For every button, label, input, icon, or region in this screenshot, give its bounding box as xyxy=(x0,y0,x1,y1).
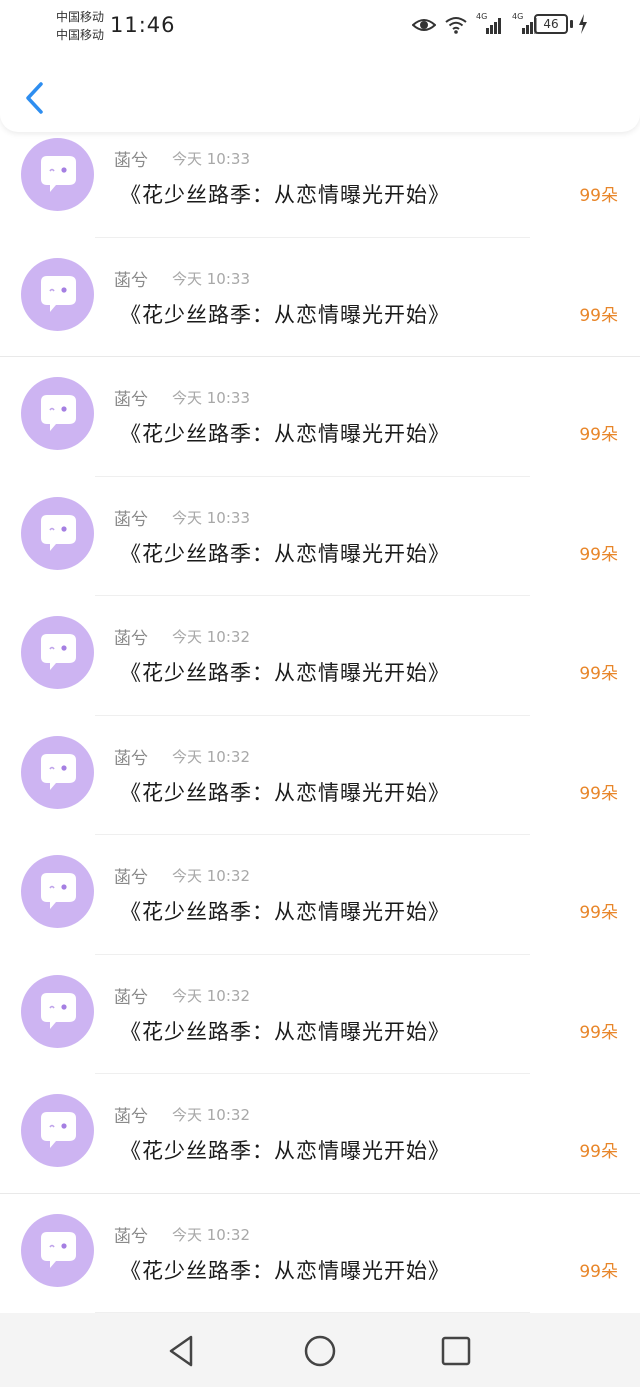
message-title: 《花少丝路季：从恋情曝光开始》 xyxy=(120,541,450,566)
gift-amount: 99朵 xyxy=(579,1142,618,1162)
gift-amount: 99朵 xyxy=(579,903,618,923)
chat-bubble-icon xyxy=(41,395,76,431)
charging-icon xyxy=(579,14,587,34)
avatar xyxy=(21,616,94,689)
message-time: 今天 10:33 xyxy=(172,150,250,168)
chat-bubble-icon xyxy=(41,992,76,1029)
status-bar: 中国移动 中国移动 11:46 4G 4G 46 xyxy=(0,0,640,50)
sender-name: 菡兮 xyxy=(114,868,148,888)
system-nav-bar xyxy=(0,1313,640,1387)
status-time: 11:46 xyxy=(110,13,176,37)
list-item[interactable]: 菡兮 今天 10:32 《花少丝路季：从恋情曝光开始》 99朵 xyxy=(0,1194,640,1313)
sender-name: 菡兮 xyxy=(114,151,148,171)
status-icons: 4G 4G xyxy=(412,12,540,36)
gift-amount: 99朵 xyxy=(579,783,618,804)
avatar xyxy=(21,855,94,928)
sender-name: 菡兮 xyxy=(114,390,148,410)
avatar xyxy=(21,138,94,211)
nav-recents-icon[interactable] xyxy=(436,1331,476,1371)
chat-bubble-icon xyxy=(41,1112,76,1148)
message-title: 《花少丝路季：从恋情曝光开始》 xyxy=(120,183,450,207)
message-time: 今天 10:32 xyxy=(172,867,250,885)
list-item[interactable]: 菡兮 今天 10:33 《花少丝路季：从恋情曝光开始》 99朵 xyxy=(0,477,640,596)
chat-bubble-icon xyxy=(41,1231,76,1268)
sender-name: 菡兮 xyxy=(114,509,148,530)
chat-bubble-icon xyxy=(41,634,76,670)
sender-name: 菡兮 xyxy=(114,270,148,291)
message-title: 《花少丝路季：从恋情曝光开始》 xyxy=(120,780,450,805)
wifi-icon xyxy=(445,17,467,34)
message-time: 今天 10:32 xyxy=(172,1106,250,1124)
list-item[interactable]: 菡兮 今天 10:32 《花少丝路季：从恋情曝光开始》 99朵 xyxy=(0,596,640,716)
list-item[interactable]: 菡兮 今天 10:33 《花少丝路季：从恋情曝光开始》 99朵 xyxy=(0,238,640,357)
sender-name: 菡兮 xyxy=(114,1226,148,1247)
carrier-label: 中国移动 中国移动 xyxy=(56,8,104,44)
list-item[interactable]: 菡兮 今天 10:33 《花少丝路季：从恋情曝光开始》 99朵 xyxy=(0,118,640,238)
back-icon[interactable] xyxy=(22,80,48,116)
gift-amount: 99朵 xyxy=(579,186,618,206)
sender-name: 菡兮 xyxy=(114,629,148,649)
gift-amount: 99朵 xyxy=(579,425,618,445)
message-title: 《花少丝路季：从恋情曝光开始》 xyxy=(120,302,450,327)
chat-bubble-icon xyxy=(41,514,76,551)
chat-bubble-icon xyxy=(41,275,76,312)
signal-icon-1: 4G xyxy=(476,12,504,36)
message-title: 《花少丝路季：从恋情曝光开始》 xyxy=(120,422,450,446)
list-item[interactable]: 菡兮 今天 10:32 《花少丝路季：从恋情曝光开始》 99朵 xyxy=(0,1074,640,1194)
carrier-name-2: 中国移动 xyxy=(56,28,105,42)
avatar xyxy=(21,377,94,450)
battery-level: 46 xyxy=(534,14,568,34)
message-title: 《花少丝路季：从恋情曝光开始》 xyxy=(120,661,450,685)
avatar xyxy=(21,496,94,570)
message-title: 《花少丝路季：从恋情曝光开始》 xyxy=(120,1139,450,1163)
sender-name: 菡兮 xyxy=(114,987,148,1008)
list-item[interactable]: 菡兮 今天 10:32 《花少丝路季：从恋情曝光开始》 99朵 xyxy=(0,835,640,955)
gift-amount: 99朵 xyxy=(579,664,618,684)
list-item[interactable]: 菡兮 今天 10:33 《花少丝路季：从恋情曝光开始》 99朵 xyxy=(0,357,640,477)
chat-bubble-icon xyxy=(41,873,76,909)
gift-amount: 99朵 xyxy=(579,305,618,326)
message-time: 今天 10:32 xyxy=(172,986,250,1005)
message-time: 今天 10:33 xyxy=(172,508,250,527)
message-time: 今天 10:32 xyxy=(172,747,250,766)
message-time: 今天 10:32 xyxy=(172,628,250,646)
chat-bubble-icon xyxy=(41,753,76,790)
avatar xyxy=(21,257,94,331)
avatar xyxy=(21,1213,94,1287)
sender-name: 菡兮 xyxy=(114,748,148,769)
battery-indicator: 46 xyxy=(534,14,587,34)
eye-icon xyxy=(412,19,436,31)
message-time: 今天 10:33 xyxy=(172,389,250,407)
nav-back-icon[interactable] xyxy=(163,1331,203,1371)
message-title: 《花少丝路季：从恋情曝光开始》 xyxy=(120,1019,450,1044)
message-list: 菡兮 今天 10:33 《花少丝路季：从恋情曝光开始》 99朵 菡兮 今天 10… xyxy=(0,118,640,1313)
message-time: 今天 10:33 xyxy=(172,269,250,288)
message-title: 《花少丝路季：从恋情曝光开始》 xyxy=(120,900,450,924)
top-bar: 中国移动 中国移动 11:46 4G 4G 46 xyxy=(0,0,640,132)
message-title: 《花少丝路季：从恋情曝光开始》 xyxy=(120,1258,450,1283)
avatar xyxy=(21,1094,94,1167)
gift-amount: 99朵 xyxy=(579,1022,618,1043)
nav-home-icon[interactable] xyxy=(300,1331,340,1371)
avatar xyxy=(21,974,94,1048)
list-item[interactable]: 菡兮 今天 10:32 《花少丝路季：从恋情曝光开始》 99朵 xyxy=(0,716,640,835)
gift-amount: 99朵 xyxy=(579,1261,618,1282)
message-time: 今天 10:32 xyxy=(172,1225,250,1244)
battery-tip xyxy=(570,20,573,28)
carrier-name-1: 中国移动 xyxy=(56,10,105,24)
list-item[interactable]: 菡兮 今天 10:32 《花少丝路季：从恋情曝光开始》 99朵 xyxy=(0,955,640,1074)
avatar xyxy=(21,735,94,809)
chat-bubble-icon xyxy=(41,156,76,192)
gift-amount: 99朵 xyxy=(579,544,618,565)
sender-name: 菡兮 xyxy=(114,1107,148,1127)
